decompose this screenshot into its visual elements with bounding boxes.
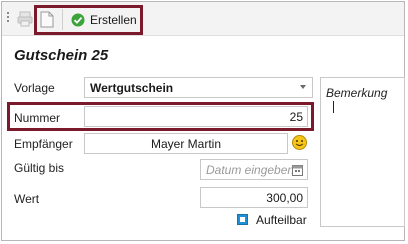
split-checkbox[interactable] xyxy=(237,214,248,225)
calendar-icon[interactable] xyxy=(292,164,303,179)
number-label: Nummer xyxy=(14,111,61,125)
toolbar-grip-icon[interactable] xyxy=(7,12,10,26)
recipient-value: Mayer Martin xyxy=(150,137,221,151)
value-amount: 300,00 xyxy=(266,191,303,205)
template-value: Wertgutschein xyxy=(90,81,174,95)
page-title: Gutschein 25 xyxy=(14,47,109,64)
template-label: Vorlage xyxy=(14,81,55,95)
number-field[interactable]: 25 xyxy=(84,106,308,127)
number-value: 25 xyxy=(289,110,303,124)
print-icon[interactable] xyxy=(17,11,33,30)
valid-until-label: Gültig bis xyxy=(14,161,65,175)
smiley-icon[interactable] xyxy=(292,135,307,153)
recipient-label: Empfänger xyxy=(14,137,73,151)
create-button-label: Erstellen xyxy=(90,13,137,27)
check-circle-icon xyxy=(71,13,85,27)
chevron-down-icon[interactable] xyxy=(300,85,306,89)
remark-textarea[interactable]: Bemerkung xyxy=(320,77,405,227)
text-caret xyxy=(333,101,334,113)
template-select[interactable]: Wertgutschein xyxy=(84,77,313,98)
create-button[interactable]: Erstellen xyxy=(69,9,143,31)
valid-until-field[interactable]: Datum eingeben xyxy=(200,159,308,180)
value-label: Wert xyxy=(14,192,40,206)
recipient-field[interactable]: Mayer Martin xyxy=(84,133,288,154)
value-field[interactable]: 300,00 xyxy=(200,187,308,208)
remark-placeholder: Bemerkung xyxy=(326,86,388,100)
toolbar-separator xyxy=(62,9,63,30)
new-document-icon[interactable] xyxy=(40,11,54,31)
valid-until-placeholder: Datum eingeben xyxy=(206,163,295,177)
toolbar: Erstellen xyxy=(2,2,404,36)
split-label: Aufteilbar xyxy=(256,213,307,227)
